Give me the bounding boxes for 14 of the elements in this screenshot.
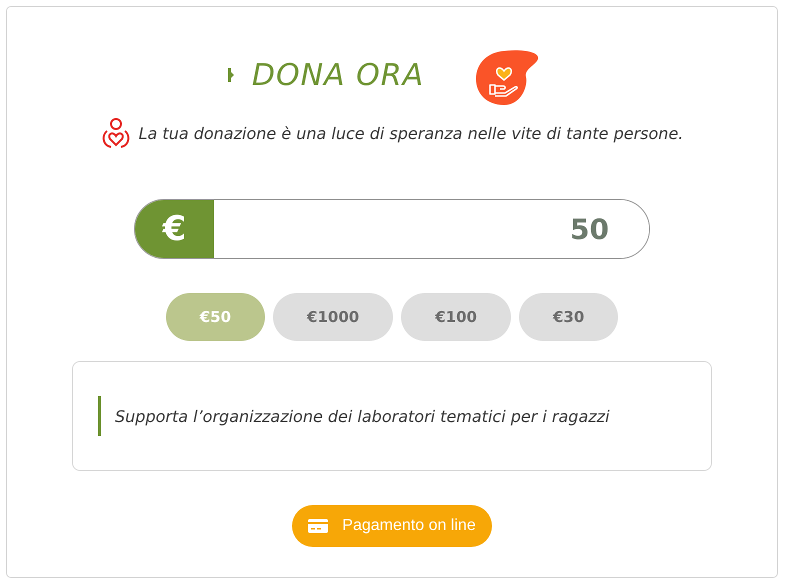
quote-bar	[98, 396, 101, 436]
description-text: Supporta l’organizzazione dei laboratori tematici per i ragazzi	[115, 406, 610, 426]
tagline: La tua donazione è una luce di speranza nelle vite di tante persone.	[138, 124, 684, 142]
amount-option[interactable]: €1000	[273, 293, 394, 341]
bullet-icon	[228, 68, 234, 82]
page-title: DONA ORA	[252, 58, 424, 92]
credit-card-icon	[308, 519, 328, 533]
amount-option[interactable]: €30	[518, 293, 618, 341]
person-heart-icon	[100, 117, 131, 149]
payment-button[interactable]: Pagamento on line	[292, 505, 492, 547]
currency-symbol: €	[135, 200, 214, 258]
amount-option[interactable]: €100	[401, 293, 511, 341]
amount-field[interactable]: € 50	[134, 199, 650, 259]
heart-hand-icon	[474, 49, 540, 107]
